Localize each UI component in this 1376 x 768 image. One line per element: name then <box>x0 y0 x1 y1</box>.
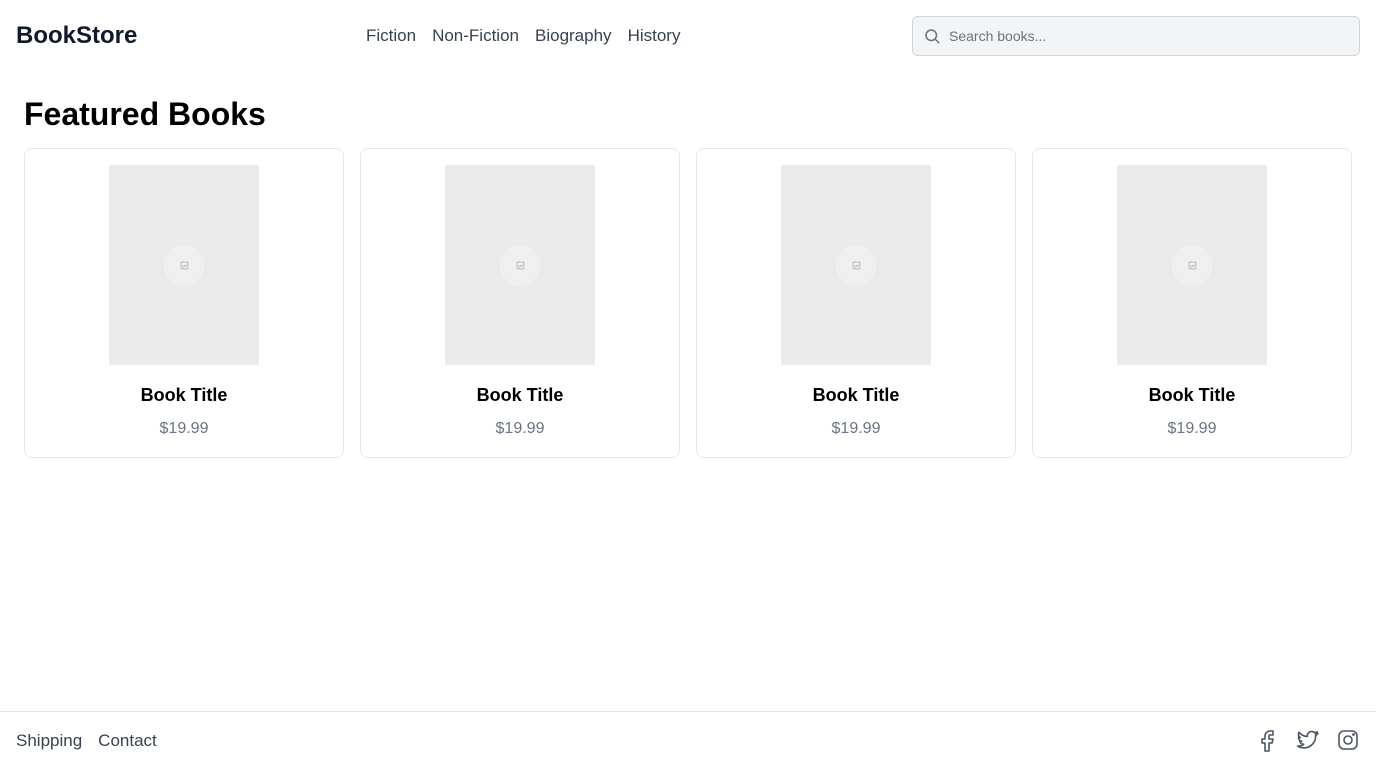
nav-link-non-fiction[interactable]: Non-Fiction <box>432 24 519 48</box>
footer-link-contact[interactable]: Contact <box>98 730 157 752</box>
book-cover[interactable] <box>1117 165 1267 365</box>
nav-link-history[interactable]: History <box>628 24 681 48</box>
site-footer: Shipping Contact <box>0 711 1376 768</box>
image-placeholder-icon <box>162 243 206 287</box>
search-bar[interactable] <box>912 16 1360 56</box>
instagram-icon[interactable] <box>1336 728 1360 752</box>
brand-logo[interactable]: BookStore <box>16 20 137 52</box>
footer-links: Shipping Contact <box>16 730 157 752</box>
nav-link-fiction[interactable]: Fiction <box>366 24 416 48</box>
site-header: BookStore Fiction Non-Fiction Biography … <box>0 0 1376 72</box>
book-card[interactable]: Book Title $19.99 <box>696 148 1016 458</box>
main-nav: Fiction Non-Fiction Biography History <box>366 24 680 48</box>
book-title[interactable]: Book Title <box>697 383 1015 407</box>
footer-link-shipping[interactable]: Shipping <box>16 730 82 752</box>
search-icon <box>923 27 941 45</box>
book-title[interactable]: Book Title <box>25 383 343 407</box>
nav-link-biography[interactable]: Biography <box>535 24 612 48</box>
featured-books-grid: Book Title $19.99 Book Title $19.99 Book… <box>24 148 1352 458</box>
facebook-icon[interactable] <box>1256 728 1280 752</box>
book-card[interactable]: Book Title $19.99 <box>360 148 680 458</box>
book-card[interactable]: Book Title $19.99 <box>24 148 344 458</box>
section-title: Featured Books <box>24 96 266 132</box>
image-placeholder-icon <box>498 243 542 287</box>
search-input[interactable] <box>949 22 1339 50</box>
book-price: $19.99 <box>831 420 881 437</box>
book-cover[interactable] <box>109 165 259 365</box>
image-placeholder-icon <box>1170 243 1214 287</box>
book-title[interactable]: Book Title <box>1033 383 1351 407</box>
book-title[interactable]: Book Title <box>361 383 679 407</box>
book-price: $19.99 <box>1167 420 1217 437</box>
book-cover[interactable] <box>445 165 595 365</box>
twitter-icon[interactable] <box>1296 728 1320 752</box>
book-price: $19.99 <box>159 420 209 437</box>
book-cover[interactable] <box>781 165 931 365</box>
book-price: $19.99 <box>495 420 545 437</box>
image-placeholder-icon <box>834 243 878 287</box>
social-links <box>1256 728 1360 752</box>
book-card[interactable]: Book Title $19.99 <box>1032 148 1352 458</box>
